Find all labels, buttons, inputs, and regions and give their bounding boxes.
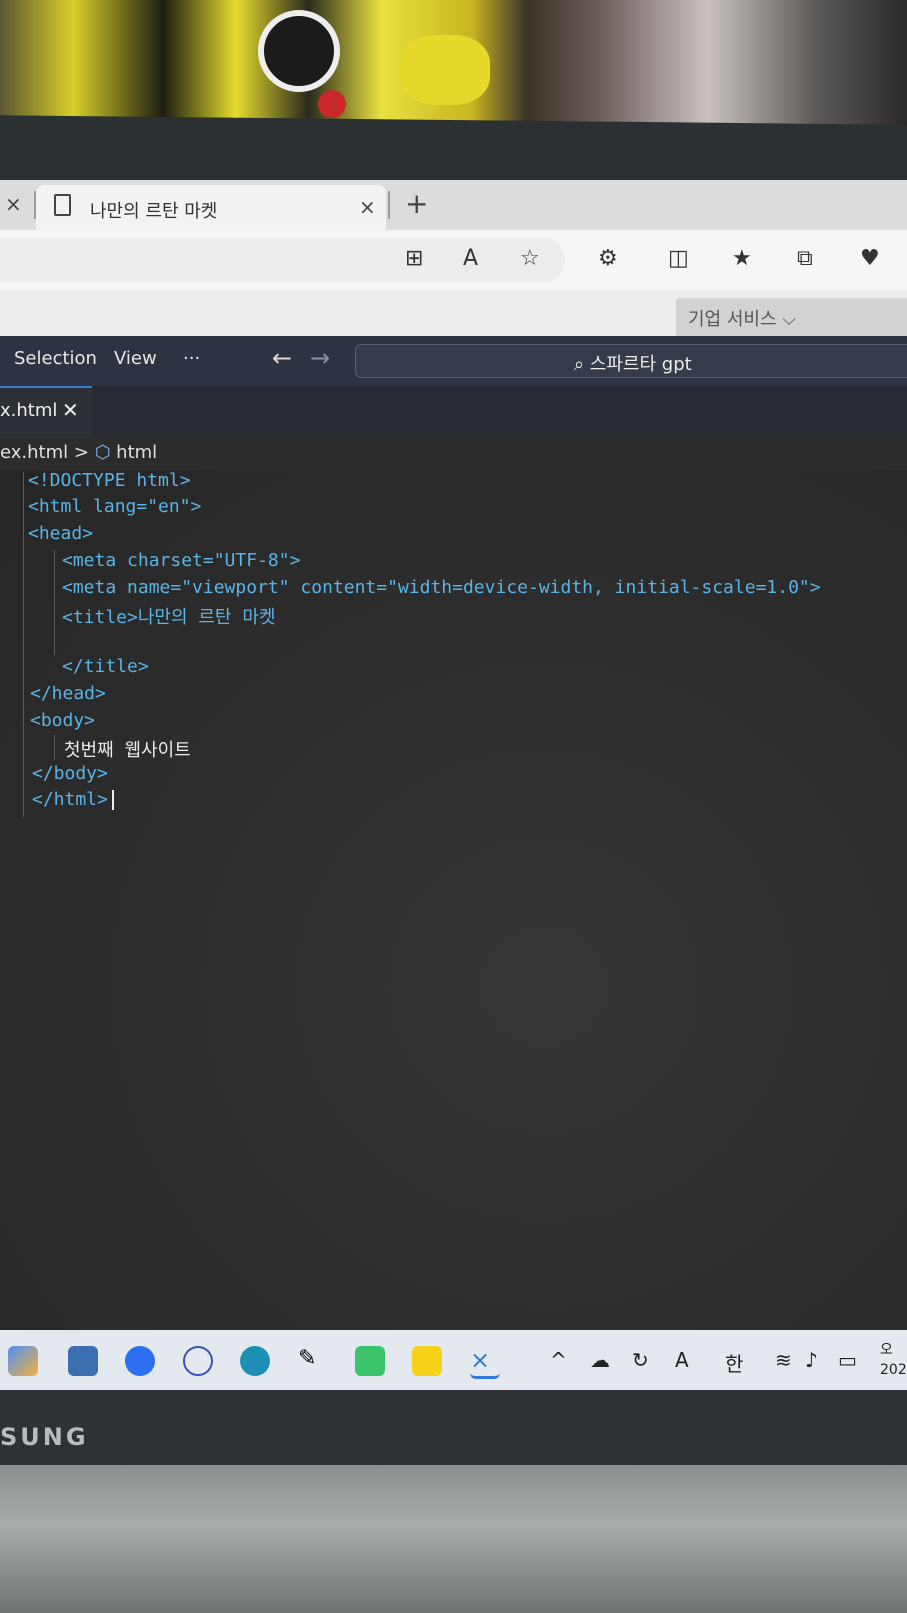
- code-line: <!DOCTYPE html>: [28, 470, 191, 491]
- code-line: <head>: [28, 523, 94, 544]
- menu-view[interactable]: View: [114, 348, 157, 369]
- read-aloud-icon[interactable]: A: [463, 246, 478, 271]
- code-line: </head>: [30, 683, 106, 704]
- breadcrumb: ex.html > ⬡ html: [0, 442, 157, 463]
- e-app-icon[interactable]: [355, 1346, 385, 1376]
- editor-tab-strip: x.html ✕: [0, 386, 907, 438]
- browser-tab[interactable]: 나만의 르탄 마켓 ×: [36, 185, 386, 230]
- laptop-screen: × 나만의 르탄 마켓 × + ⊞ A ☆ ⚙ ◫ ★ ⧉ ♥ 기업 서비스 ⌵…: [0, 180, 907, 1330]
- editor-tab[interactable]: x.html ✕: [0, 386, 92, 438]
- editor-tab-label: x.html: [0, 400, 58, 421]
- toy-eye: [258, 10, 340, 92]
- indent-guide: [54, 550, 55, 655]
- text-cursor: [112, 789, 114, 810]
- command-center-search[interactable]: ⌕ 스파르타 gpt: [355, 344, 907, 378]
- wifi-icon[interactable]: ≋: [775, 1348, 792, 1372]
- menu-selection[interactable]: Selection: [14, 348, 97, 369]
- start-icon[interactable]: [8, 1346, 38, 1376]
- favorites-list-icon[interactable]: ★: [732, 246, 752, 271]
- code-line: <meta charset="UTF-8">: [62, 550, 301, 571]
- magic-wand-icon[interactable]: ✎: [298, 1346, 328, 1376]
- code-line: <meta name="viewport" content="width=dev…: [62, 577, 821, 598]
- code-line: <html lang="en">: [28, 496, 202, 517]
- vscode-icon[interactable]: ⨯: [470, 1346, 500, 1379]
- toy-nose: [318, 90, 346, 118]
- indent-guide: [23, 472, 24, 817]
- code-editor[interactable]: <!DOCTYPE html> <html lang="en"> <head> …: [0, 470, 907, 1330]
- tray-chevron-icon[interactable]: ^: [550, 1348, 567, 1372]
- prev-tab-close-icon[interactable]: ×: [5, 192, 22, 216]
- tab-title: 나만의 르탄 마켓: [90, 201, 218, 222]
- breadcrumb-symbol[interactable]: html: [116, 442, 157, 463]
- onedrive-icon[interactable]: ☁: [590, 1348, 610, 1372]
- split-screen-icon[interactable]: ◫: [668, 246, 689, 271]
- collections-icon[interactable]: ⧉: [797, 246, 813, 271]
- cube-icon: ⬡: [94, 442, 111, 463]
- menu-more[interactable]: ···: [183, 348, 200, 369]
- tab-close-icon[interactable]: ×: [359, 195, 376, 219]
- bird-app-icon[interactable]: [240, 1346, 270, 1376]
- indent-guide: [54, 735, 55, 760]
- zoom-icon[interactable]: [125, 1346, 155, 1376]
- clock[interactable]: 오 202: [880, 1340, 907, 1380]
- code-line: </html>: [32, 789, 108, 810]
- ime-korean-icon[interactable]: 한: [725, 1348, 743, 1377]
- tab-separator: [388, 191, 390, 219]
- editor-tab-close-icon[interactable]: ✕: [62, 398, 79, 422]
- windows-taskbar: ✎ ⨯ ^ ☁ ↻ A 한 ≋ ♪ ▭ 오 202: [0, 1330, 907, 1390]
- code-line: 첫번째 웹사이트: [64, 740, 191, 761]
- app-available-icon[interactable]: ⊞: [405, 246, 423, 271]
- ime-font-icon[interactable]: A: [675, 1348, 689, 1372]
- address-bar[interactable]: [0, 238, 565, 282]
- document-icon: [54, 194, 71, 216]
- back-arrow-icon[interactable]: ←: [272, 344, 292, 372]
- battery-icon[interactable]: ▭: [838, 1348, 857, 1372]
- code-line: </body>: [32, 763, 108, 784]
- favorite-star-icon[interactable]: ☆: [520, 246, 540, 271]
- disney-icon[interactable]: [183, 1346, 213, 1376]
- code-line: </title>: [62, 656, 149, 677]
- extensions-icon[interactable]: ⚙: [598, 246, 618, 271]
- toy-body: [400, 35, 490, 105]
- app-photo-icon[interactable]: [68, 1346, 98, 1376]
- volume-icon[interactable]: ♪: [805, 1348, 818, 1372]
- brand-logo: SUNG: [0, 1423, 89, 1451]
- sync-icon[interactable]: ↻: [632, 1348, 649, 1372]
- breadcrumb-file[interactable]: ex.html: [0, 442, 68, 463]
- kakaotalk-icon[interactable]: [412, 1346, 442, 1376]
- browser-tab-bar: × 나만의 르탄 마켓 × +: [0, 180, 907, 230]
- corp-services-button[interactable]: 기업 서비스 ⌵: [676, 298, 907, 336]
- browser-toolbar: ⊞ A ☆ ⚙ ◫ ★ ⧉ ♥: [0, 230, 907, 290]
- clock-date: 202: [880, 1362, 907, 1378]
- code-line: <body>: [30, 710, 96, 731]
- corp-services-label: 기업 서비스 ⌵: [688, 309, 796, 330]
- breadcrumb-separator: >: [73, 442, 89, 463]
- laptop-base: [0, 1465, 907, 1613]
- forward-arrow-icon[interactable]: →: [310, 344, 330, 372]
- search-label: ⌕ 스파르타 gpt: [574, 354, 692, 375]
- clock-time: 오: [880, 1342, 893, 1358]
- laptop-bottom-bezel: [0, 1390, 907, 1465]
- vscode-title-bar: Selection View ··· ← → ⌕ 스파르타 gpt: [0, 336, 907, 386]
- new-tab-button[interactable]: +: [405, 187, 428, 220]
- browser-essentials-icon[interactable]: ♥: [860, 246, 880, 271]
- code-line: <title>나만의 르탄 마켓: [62, 607, 276, 628]
